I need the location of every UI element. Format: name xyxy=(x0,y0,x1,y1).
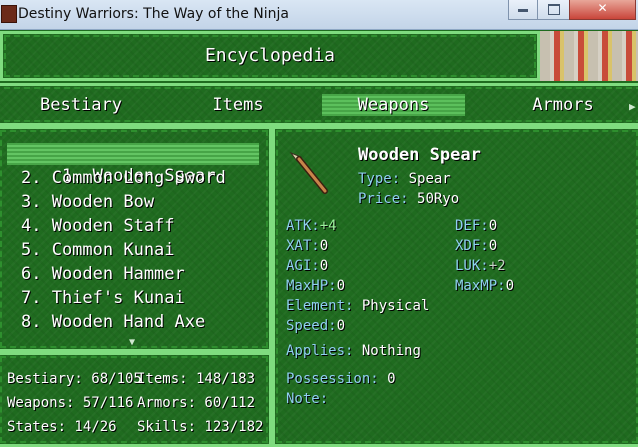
list-item-label: 4. Wooden Staff xyxy=(21,216,175,236)
atk-label: ATK: xyxy=(286,218,320,234)
list-item[interactable]: 8. Wooden Hand Axe xyxy=(21,311,205,333)
list-item-label: 7. Thief's Kunai xyxy=(21,288,185,308)
atk-value: +4 xyxy=(319,218,337,234)
agi-label: AGI: xyxy=(286,258,320,274)
applies-label: Applies: xyxy=(286,343,354,359)
stat-weapons: Weapons: 57/116 xyxy=(7,395,134,411)
xat-label: XAT: xyxy=(286,238,320,254)
weapon-detail: Wooden Spear Type: Spear Price: 50Ryo AT… xyxy=(272,126,638,447)
note-label: Note: xyxy=(286,391,329,407)
agi-row: AGI:0 xyxy=(286,258,328,274)
luk-row: LUK:+2 xyxy=(455,258,506,274)
list-item[interactable]: 2. Common Long Sword xyxy=(21,167,226,189)
category-tabs: Bestiary Items Weapons Armors ▶ xyxy=(0,83,638,126)
minimize-icon xyxy=(518,9,528,12)
close-icon: ✕ xyxy=(597,1,608,15)
possession-label: Possession: xyxy=(286,371,379,387)
price-label: Price: xyxy=(358,191,409,207)
list-item[interactable]: 5. Common Kunai xyxy=(21,239,175,261)
price-row: Price: 50Ryo xyxy=(358,191,459,207)
possession-row: Possession: 0 xyxy=(286,371,396,387)
list-item-label: 2. Common Long Sword xyxy=(21,168,226,188)
weapon-list: 1. Wooden Spear 2. Common Long Sword 3. … xyxy=(0,126,272,352)
type-value: Spear xyxy=(408,171,451,187)
maximize-icon xyxy=(548,4,560,15)
list-item[interactable]: 4. Wooden Staff xyxy=(21,215,175,237)
tab-scroll-right-icon[interactable]: ▶ xyxy=(629,100,636,113)
list-item[interactable]: 6. Wooden Hammer xyxy=(21,263,185,285)
spear-icon xyxy=(289,151,328,194)
app-icon xyxy=(1,5,17,23)
maxmp-label: MaxMP: xyxy=(455,278,506,294)
def-row: DEF:0 xyxy=(455,218,497,234)
maximize-button[interactable] xyxy=(537,0,571,20)
maxhp-value: 0 xyxy=(336,278,346,294)
speed-label: Speed: xyxy=(286,318,337,334)
list-item[interactable]: 1. Wooden Spear xyxy=(7,143,259,186)
stat-bestiary: Bestiary: 68/105 xyxy=(7,371,142,387)
agi-value: 0 xyxy=(319,258,329,274)
maxmp-value: 0 xyxy=(505,278,515,294)
list-item-label: 6. Wooden Hammer xyxy=(21,264,185,284)
maxhp-row: MaxHP:0 xyxy=(286,278,345,294)
luk-label: LUK: xyxy=(455,258,489,274)
stat-states: States: 14/26 xyxy=(7,419,117,435)
applies-row: Applies: Nothing xyxy=(286,343,421,359)
stat-armors: Armors: 60/112 xyxy=(137,395,256,411)
maxhp-label: MaxHP: xyxy=(286,278,337,294)
type-label: Type: xyxy=(358,171,401,187)
tab-items[interactable]: Items xyxy=(183,94,293,116)
xdf-value: 0 xyxy=(488,238,498,254)
tab-weapons[interactable]: Weapons xyxy=(322,94,465,116)
applies-value: Nothing xyxy=(361,343,421,359)
speed-value: 0 xyxy=(336,318,346,334)
def-label: DEF: xyxy=(455,218,489,234)
element-row: Element: Physical xyxy=(286,298,429,314)
xat-row: XAT:0 xyxy=(286,238,328,254)
atk-row: ATK:+4 xyxy=(286,218,337,234)
xdf-label: XDF: xyxy=(455,238,489,254)
window-titlebar[interactable]: Destiny Warriors: The Way of the Ninja ✕ xyxy=(0,0,638,30)
price-value: 50Ryo xyxy=(417,191,460,207)
speed-row: Speed:0 xyxy=(286,318,345,334)
element-value: Physical xyxy=(361,298,430,314)
stat-skills: Skills: 123/182 xyxy=(137,419,264,435)
stat-items: Items: 148/183 xyxy=(137,371,256,387)
list-item-label: 8. Wooden Hand Axe xyxy=(21,312,206,332)
item-name: Wooden Spear xyxy=(358,145,481,165)
possession-value: 0 xyxy=(387,371,396,387)
completion-stats: Bestiary: 68/105 Items: 148/183 Weapons:… xyxy=(0,352,272,447)
page-title: Encyclopedia xyxy=(204,45,336,66)
def-value: 0 xyxy=(488,218,498,234)
tab-armors[interactable]: Armors xyxy=(503,94,623,116)
list-item-label: 5. Common Kunai xyxy=(21,240,175,260)
list-item[interactable]: 3. Wooden Bow xyxy=(21,191,154,213)
list-item-label: 3. Wooden Bow xyxy=(21,192,155,212)
xat-value: 0 xyxy=(319,238,329,254)
note-row: Note: xyxy=(286,391,328,407)
element-label: Element: xyxy=(286,298,354,314)
maxmp-row: MaxMP:0 xyxy=(455,278,514,294)
window-title: Destiny Warriors: The Way of the Ninja xyxy=(18,6,289,22)
luk-value: +2 xyxy=(488,258,506,274)
close-button[interactable]: ✕ xyxy=(569,0,636,20)
type-row: Type: Spear xyxy=(358,171,451,187)
scroll-down-icon[interactable]: ▼ xyxy=(129,337,135,348)
tab-bestiary[interactable]: Bestiary xyxy=(21,94,141,116)
xdf-row: XDF:0 xyxy=(455,238,497,254)
header-panel: Encyclopedia xyxy=(0,31,540,81)
minimize-button[interactable] xyxy=(508,0,539,20)
list-item[interactable]: 7. Thief's Kunai xyxy=(21,287,185,309)
decorative-banner xyxy=(540,31,638,81)
